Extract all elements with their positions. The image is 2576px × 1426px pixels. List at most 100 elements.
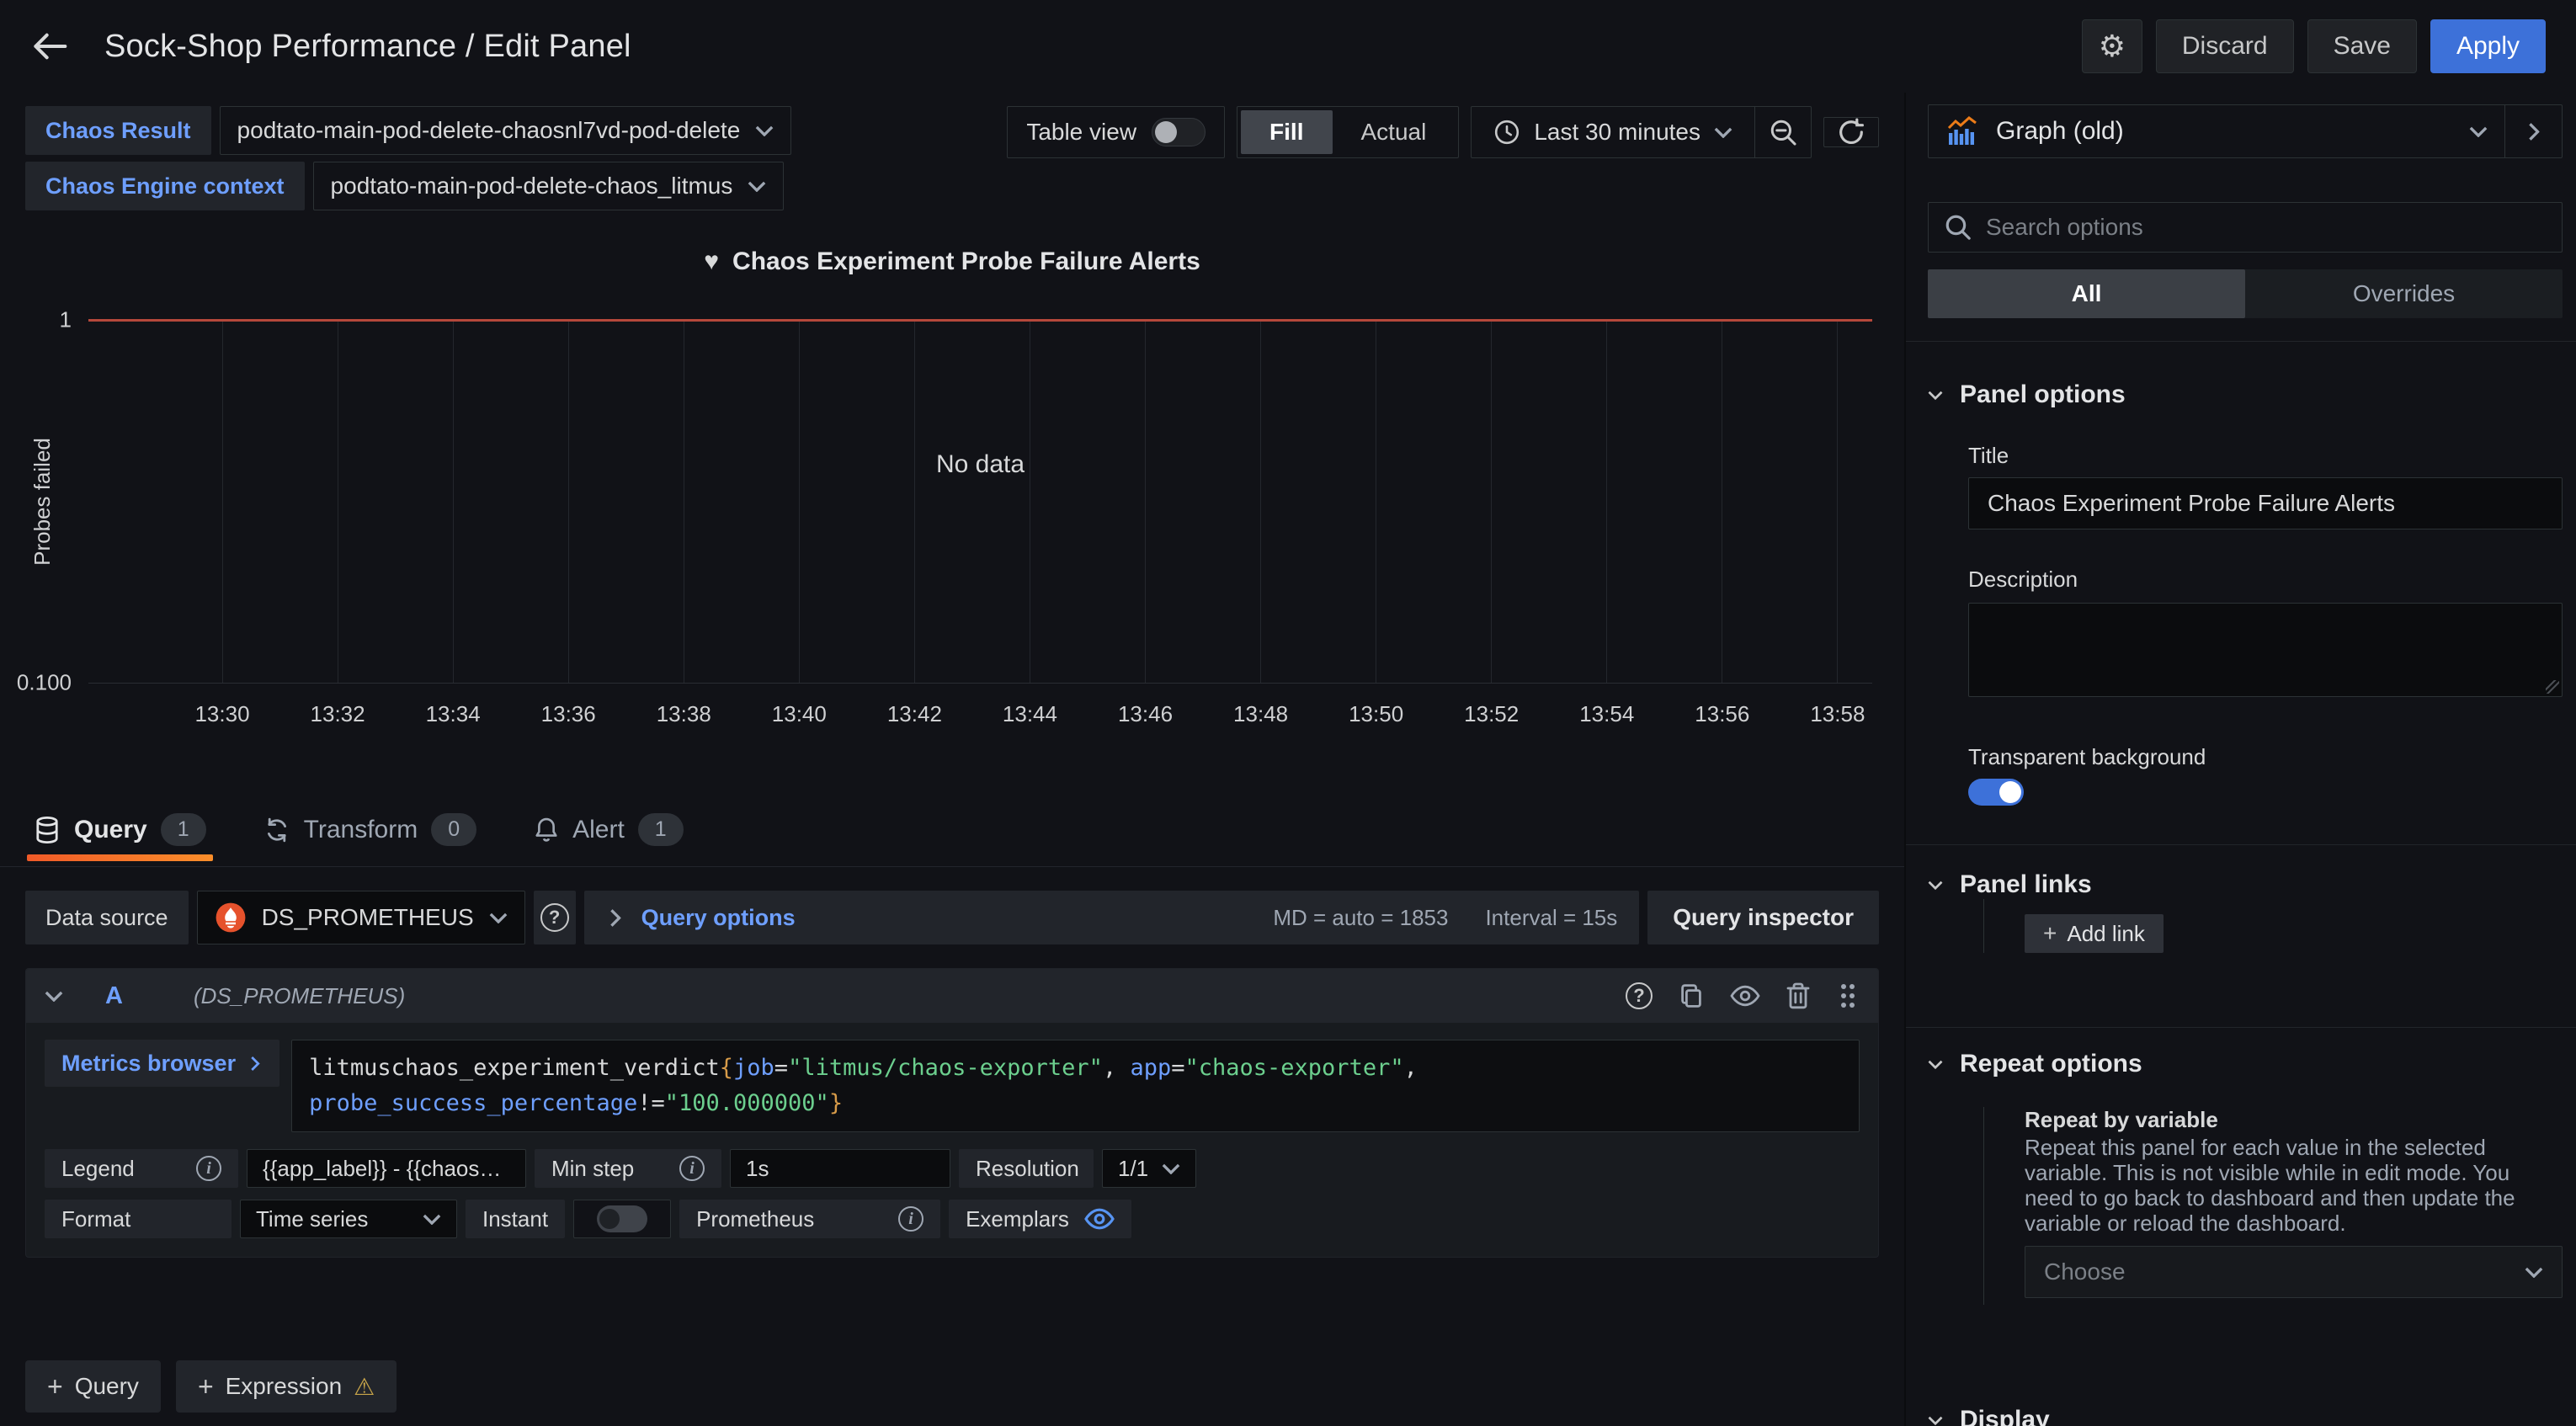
tab-count-badge: 1 — [161, 813, 206, 846]
collapse-chevron-icon[interactable] — [45, 991, 63, 1002]
chart-plot-area[interactable]: No data 1 0.100 Probes failed 13:3013:32… — [88, 320, 1872, 684]
graph-viz-icon — [1945, 114, 1979, 148]
promql-token: = — [774, 1055, 788, 1081]
options-search-input[interactable] — [1986, 214, 2547, 241]
tab-query[interactable]: Query 1 — [27, 793, 213, 866]
toggle-knob — [1155, 121, 1177, 143]
time-range-control: Last 30 minutes — [1471, 106, 1812, 158]
prometheus-icon — [215, 902, 247, 934]
instant-toggle[interactable] — [597, 1205, 647, 1232]
chevron-down-icon — [1928, 1059, 1943, 1070]
format-select[interactable]: Time series — [240, 1200, 457, 1238]
datasource-help-button[interactable] — [534, 891, 576, 944]
info-icon — [898, 1206, 923, 1232]
toggle-visibility-icon[interactable] — [1730, 983, 1760, 1008]
variable-value-dropdown[interactable]: podtato-main-pod-delete-chaosnl7vd-pod-d… — [220, 106, 792, 155]
query-help-icon[interactable] — [1626, 982, 1653, 1009]
query-options-bar[interactable]: Query options MD = auto = 1853 Interval … — [584, 891, 1640, 944]
min-step-label: Min step — [535, 1149, 721, 1188]
legend-format-input[interactable] — [247, 1149, 526, 1188]
zoom-out-button[interactable] — [1755, 107, 1811, 157]
panel-options-section-header[interactable]: Panel options — [1928, 380, 2563, 409]
chevron-down-icon — [2469, 126, 2488, 137]
tab-count-badge: 1 — [638, 813, 684, 846]
table-view-toggle[interactable] — [1152, 118, 1206, 146]
dashboard-variables: Chaos Result podtato-main-pod-delete-cha… — [25, 106, 791, 210]
metrics-browser-button[interactable]: Metrics browser — [45, 1040, 279, 1087]
collapse-sidebar-button[interactable] — [2504, 105, 2562, 157]
tab-alert[interactable]: Alert 1 — [527, 793, 690, 866]
panel-links-section-header[interactable]: Panel links — [1928, 870, 2563, 899]
time-range-picker[interactable]: Last 30 minutes — [1472, 107, 1754, 157]
info-icon — [196, 1156, 221, 1181]
arrow-left-icon — [30, 29, 69, 63]
variable-value-dropdown[interactable]: podtato-main-pod-delete-chaos_litmus — [313, 162, 785, 210]
panel-description-textarea[interactable] — [1968, 603, 2563, 697]
alert-heart-icon — [704, 247, 719, 276]
fill-option[interactable]: Fill — [1241, 110, 1332, 154]
promql-token: probe_success_percentage — [309, 1090, 637, 1116]
variable-label: Chaos Engine context — [25, 162, 305, 210]
gridline — [222, 320, 223, 683]
display-section-header[interactable]: Display — [1928, 1406, 2563, 1426]
duplicate-query-icon[interactable] — [1678, 982, 1705, 1009]
title-label: Title — [1968, 443, 2563, 469]
gridline — [568, 320, 569, 683]
repeat-options-section-header[interactable]: Repeat options — [1928, 1050, 2563, 1078]
datasource-name: DS_PROMETHEUS — [262, 904, 474, 931]
graph-panel: Chaos Experiment Probe Failure Alerts No… — [0, 221, 1904, 793]
table-view-control: Table view — [1007, 106, 1225, 158]
panel-title: Chaos Experiment Probe Failure Alerts — [0, 221, 1904, 276]
clock-icon — [1493, 119, 1520, 146]
repeat-variable-select[interactable]: Choose — [2025, 1246, 2563, 1298]
promql-token: "chaos-exporter" — [1185, 1055, 1404, 1081]
query-ref-id[interactable]: A — [105, 982, 123, 1010]
add-query-button[interactable]: Query — [25, 1360, 161, 1413]
panel-options-sidebar: Graph (old) All Overrides Panel options … — [1904, 93, 2576, 1426]
transform-icon — [263, 817, 290, 843]
promql-query-input[interactable]: litmuschaos_experiment_verdict{job="litm… — [291, 1040, 1860, 1132]
refresh-icon — [1837, 118, 1865, 146]
chevron-down-icon — [748, 181, 766, 192]
delete-query-icon[interactable] — [1786, 982, 1811, 1010]
panel-title-input[interactable] — [1968, 477, 2563, 529]
promql-line: litmuschaos_experiment_verdict{job="litm… — [309, 1051, 1842, 1086]
drag-handle-icon[interactable] — [1836, 982, 1860, 1010]
instant-toggle-wrap — [573, 1200, 671, 1238]
chevron-down-icon — [1714, 127, 1732, 138]
resolution-select[interactable]: 1/1 — [1102, 1149, 1196, 1188]
query-header: A (DS_PROMETHEUS) — [26, 969, 1878, 1023]
options-filter-tabs: All Overrides — [1928, 269, 2563, 318]
gridline — [914, 320, 915, 683]
refresh-button[interactable] — [1823, 117, 1879, 147]
add-expression-button[interactable]: Expression — [176, 1360, 397, 1413]
promql-token: , — [1404, 1055, 1418, 1081]
discard-button[interactable]: Discard — [2156, 19, 2294, 73]
add-link-button[interactable]: Add link — [2025, 914, 2164, 953]
editor-tabs: Query 1 Transform 0 Alert 1 — [0, 793, 1904, 867]
active-tab-underline — [27, 854, 213, 861]
actual-option[interactable]: Actual — [1333, 110, 1456, 154]
alert-threshold-line — [88, 319, 1872, 322]
min-step-input[interactable] — [730, 1149, 950, 1188]
tab-transform[interactable]: Transform 0 — [257, 793, 483, 866]
datasource-picker[interactable]: DS_PROMETHEUS — [197, 891, 525, 944]
query-options-label: Query options — [641, 905, 796, 931]
toggle-knob — [599, 1209, 620, 1229]
transparent-background-toggle[interactable] — [1968, 779, 2024, 806]
visualization-select[interactable]: Graph (old) — [1929, 105, 2504, 157]
time-range-label: Last 30 minutes — [1534, 119, 1700, 146]
tab-all[interactable]: All — [1928, 269, 2245, 318]
save-button[interactable]: Save — [2307, 19, 2417, 73]
page-title: Sock-Shop Performance / Edit Panel — [104, 29, 631, 65]
query-inspector-button[interactable]: Query inspector — [1647, 891, 1879, 944]
gear-icon — [2099, 29, 2126, 64]
exemplars-eye-icon[interactable] — [1084, 1206, 1115, 1232]
query-datasource-hint: (DS_PROMETHEUS) — [194, 983, 405, 1009]
back-button[interactable] — [30, 29, 69, 63]
tab-count-badge: 0 — [431, 813, 476, 846]
tab-overrides[interactable]: Overrides — [2245, 269, 2563, 318]
promql-token: { — [720, 1055, 733, 1081]
apply-button[interactable]: Apply — [2430, 19, 2546, 73]
panel-settings-button[interactable] — [2082, 19, 2142, 73]
